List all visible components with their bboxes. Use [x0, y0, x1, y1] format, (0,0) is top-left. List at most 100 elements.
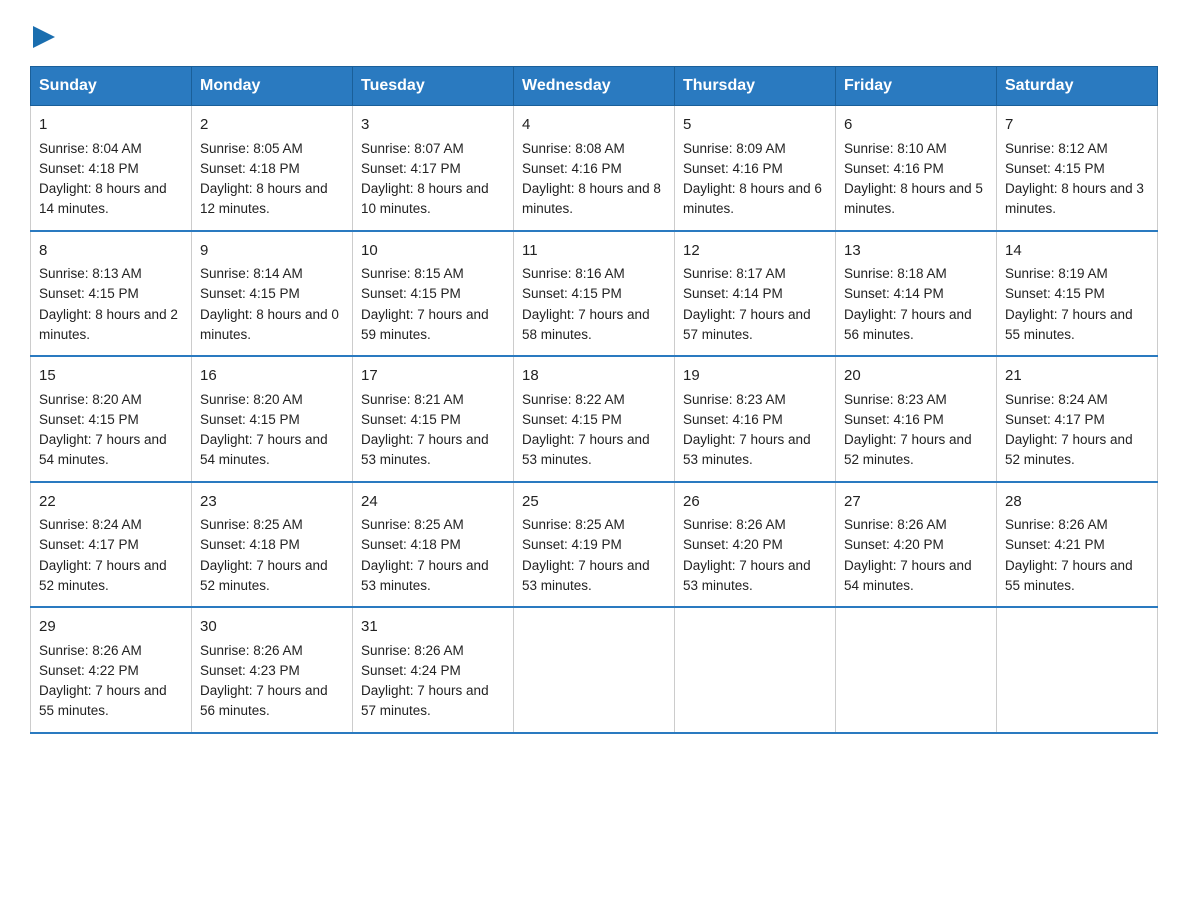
day-info: Sunrise: 8:24 AMSunset: 4:17 PMDaylight:… — [1005, 392, 1133, 468]
logo-triangle-icon — [33, 26, 55, 48]
day-number: 19 — [683, 365, 827, 388]
calendar-cell: 30Sunrise: 8:26 AMSunset: 4:23 PMDayligh… — [192, 607, 353, 733]
header-wednesday: Wednesday — [514, 67, 675, 106]
calendar-cell — [675, 607, 836, 733]
day-number: 1 — [39, 114, 183, 137]
calendar-cell: 31 Sunrise: 8:26 AMSunset: 4:24 PMDayligh… — [353, 607, 514, 733]
day-info: Sunrise: 8:25 AMSunset: 4:18 PMDaylight:… — [361, 517, 489, 593]
header-sunday: Sunday — [31, 67, 192, 106]
day-number: 2 — [200, 114, 344, 137]
day-number: 23 — [200, 491, 344, 514]
day-number: 27 — [844, 491, 988, 514]
calendar-week-row: 8 Sunrise: 8:13 AMSunset: 4:15 PMDaylight… — [31, 231, 1158, 357]
day-info: Sunrise: 8:26 AMSunset: 4:20 PMDaylight:… — [683, 517, 811, 593]
calendar-cell: 21 Sunrise: 8:24 AMSunset: 4:17 PMDayligh… — [997, 356, 1158, 482]
day-number: 29 — [39, 616, 183, 639]
calendar-cell: 28 Sunrise: 8:26 AMSunset: 4:21 PMDayligh… — [997, 482, 1158, 608]
day-info: Sunrise: 8:14 AMSunset: 4:15 PMDaylight:… — [200, 266, 339, 342]
calendar-cell: 14Sunrise: 8:19 AMSunset: 4:15 PMDayligh… — [997, 231, 1158, 357]
calendar-cell: 10 Sunrise: 8:15 AMSunset: 4:15 PMDayligh… — [353, 231, 514, 357]
day-info: Sunrise: 8:10 AMSunset: 4:16 PMDaylight:… — [844, 141, 983, 217]
day-number: 10 — [361, 240, 505, 263]
day-info: Sunrise: 8:26 AMSunset: 4:22 PMDaylight:… — [39, 643, 167, 719]
day-info: Sunrise: 8:26 AMSunset: 4:20 PMDaylight:… — [844, 517, 972, 593]
day-info: Sunrise: 8:22 AMSunset: 4:15 PMDaylight:… — [522, 392, 650, 468]
day-number: 28 — [1005, 491, 1149, 514]
calendar-cell: 25 Sunrise: 8:25 AMSunset: 4:19 PMDayligh… — [514, 482, 675, 608]
header-monday: Monday — [192, 67, 353, 106]
calendar-cell: 20 Sunrise: 8:23 AMSunset: 4:16 PMDayligh… — [836, 356, 997, 482]
day-info: Sunrise: 8:15 AMSunset: 4:15 PMDaylight:… — [361, 266, 489, 342]
day-number: 17 — [361, 365, 505, 388]
header-saturday: Saturday — [997, 67, 1158, 106]
day-number: 12 — [683, 240, 827, 263]
day-number: 9 — [200, 240, 344, 263]
day-number: 13 — [844, 240, 988, 263]
day-number: 21 — [1005, 365, 1149, 388]
calendar-cell: 9 Sunrise: 8:14 AMSunset: 4:15 PMDaylight… — [192, 231, 353, 357]
day-info: Sunrise: 8:18 AMSunset: 4:14 PMDaylight:… — [844, 266, 972, 342]
day-info: Sunrise: 8:12 AMSunset: 4:15 PMDaylight:… — [1005, 141, 1144, 217]
calendar-cell: 2 Sunrise: 8:05 AMSunset: 4:18 PMDaylight… — [192, 106, 353, 231]
day-info: Sunrise: 8:20 AMSunset: 4:15 PMDaylight:… — [200, 392, 328, 468]
calendar-cell: 6 Sunrise: 8:10 AMSunset: 4:16 PMDaylight… — [836, 106, 997, 231]
calendar-cell: 15 Sunrise: 8:20 AMSunset: 4:15 PMDayligh… — [31, 356, 192, 482]
calendar-cell: 4 Sunrise: 8:08 AMSunset: 4:16 PMDaylight… — [514, 106, 675, 231]
calendar-week-row: 22 Sunrise: 8:24 AMSunset: 4:17 PMDayligh… — [31, 482, 1158, 608]
calendar-cell: 17 Sunrise: 8:21 AMSunset: 4:15 PMDayligh… — [353, 356, 514, 482]
calendar-cell: 27 Sunrise: 8:26 AMSunset: 4:20 PMDayligh… — [836, 482, 997, 608]
day-info: Sunrise: 8:08 AMSunset: 4:16 PMDaylight:… — [522, 141, 661, 217]
header-friday: Friday — [836, 67, 997, 106]
day-number: 31 — [361, 616, 505, 639]
calendar-week-row: 15 Sunrise: 8:20 AMSunset: 4:15 PMDayligh… — [31, 356, 1158, 482]
page-header — [30, 20, 1158, 48]
day-number: 15 — [39, 365, 183, 388]
day-info: Sunrise: 8:20 AMSunset: 4:15 PMDaylight:… — [39, 392, 167, 468]
calendar-cell: 29 Sunrise: 8:26 AMSunset: 4:22 PMDayligh… — [31, 607, 192, 733]
day-info: Sunrise: 8:21 AMSunset: 4:15 PMDaylight:… — [361, 392, 489, 468]
day-info: Sunrise: 8:09 AMSunset: 4:16 PMDaylight:… — [683, 141, 822, 217]
calendar-cell: 11 Sunrise: 8:16 AMSunset: 4:15 PMDayligh… — [514, 231, 675, 357]
day-number: 20 — [844, 365, 988, 388]
day-info: Sunrise: 8:24 AMSunset: 4:17 PMDaylight:… — [39, 517, 167, 593]
calendar-cell: 26 Sunrise: 8:26 AMSunset: 4:20 PMDayligh… — [675, 482, 836, 608]
day-number: 11 — [522, 240, 666, 263]
day-info: Sunrise: 8:07 AMSunset: 4:17 PMDaylight:… — [361, 141, 489, 217]
day-number: 4 — [522, 114, 666, 137]
day-info: Sunrise: 8:17 AMSunset: 4:14 PMDaylight:… — [683, 266, 811, 342]
day-info: Sunrise: 8:25 AMSunset: 4:18 PMDaylight:… — [200, 517, 328, 593]
day-number: 14 — [1005, 240, 1149, 263]
day-info: Sunrise: 8:16 AMSunset: 4:15 PMDaylight:… — [522, 266, 650, 342]
calendar-cell — [836, 607, 997, 733]
calendar-cell: 18 Sunrise: 8:22 AMSunset: 4:15 PMDayligh… — [514, 356, 675, 482]
day-info: Sunrise: 8:26 AMSunset: 4:21 PMDaylight:… — [1005, 517, 1133, 593]
calendar-cell: 24 Sunrise: 8:25 AMSunset: 4:18 PMDayligh… — [353, 482, 514, 608]
calendar-cell: 3Sunrise: 8:07 AMSunset: 4:17 PMDaylight… — [353, 106, 514, 231]
day-number: 24 — [361, 491, 505, 514]
calendar-week-row: 29 Sunrise: 8:26 AMSunset: 4:22 PMDayligh… — [31, 607, 1158, 733]
day-info: Sunrise: 8:23 AMSunset: 4:16 PMDaylight:… — [844, 392, 972, 468]
day-number: 22 — [39, 491, 183, 514]
day-info: Sunrise: 8:13 AMSunset: 4:15 PMDaylight:… — [39, 266, 178, 342]
day-number: 25 — [522, 491, 666, 514]
day-number: 5 — [683, 114, 827, 137]
calendar-cell: 1Sunrise: 8:04 AMSunset: 4:18 PMDaylight… — [31, 106, 192, 231]
calendar-cell — [514, 607, 675, 733]
calendar-cell: 13 Sunrise: 8:18 AMSunset: 4:14 PMDayligh… — [836, 231, 997, 357]
day-info: Sunrise: 8:05 AMSunset: 4:18 PMDaylight:… — [200, 141, 328, 217]
calendar-cell — [997, 607, 1158, 733]
calendar-cell: 7Sunrise: 8:12 AMSunset: 4:15 PMDaylight… — [997, 106, 1158, 231]
day-info: Sunrise: 8:26 AMSunset: 4:24 PMDaylight:… — [361, 643, 489, 719]
day-info: Sunrise: 8:25 AMSunset: 4:19 PMDaylight:… — [522, 517, 650, 593]
day-number: 6 — [844, 114, 988, 137]
day-number: 16 — [200, 365, 344, 388]
day-number: 18 — [522, 365, 666, 388]
day-number: 26 — [683, 491, 827, 514]
calendar-cell: 12 Sunrise: 8:17 AMSunset: 4:14 PMDayligh… — [675, 231, 836, 357]
day-info: Sunrise: 8:23 AMSunset: 4:16 PMDaylight:… — [683, 392, 811, 468]
day-info: Sunrise: 8:26 AMSunset: 4:23 PMDaylight:… — [200, 643, 328, 719]
calendar-cell: 8 Sunrise: 8:13 AMSunset: 4:15 PMDaylight… — [31, 231, 192, 357]
header-thursday: Thursday — [675, 67, 836, 106]
calendar-cell: 19 Sunrise: 8:23 AMSunset: 4:16 PMDayligh… — [675, 356, 836, 482]
day-number: 8 — [39, 240, 183, 263]
